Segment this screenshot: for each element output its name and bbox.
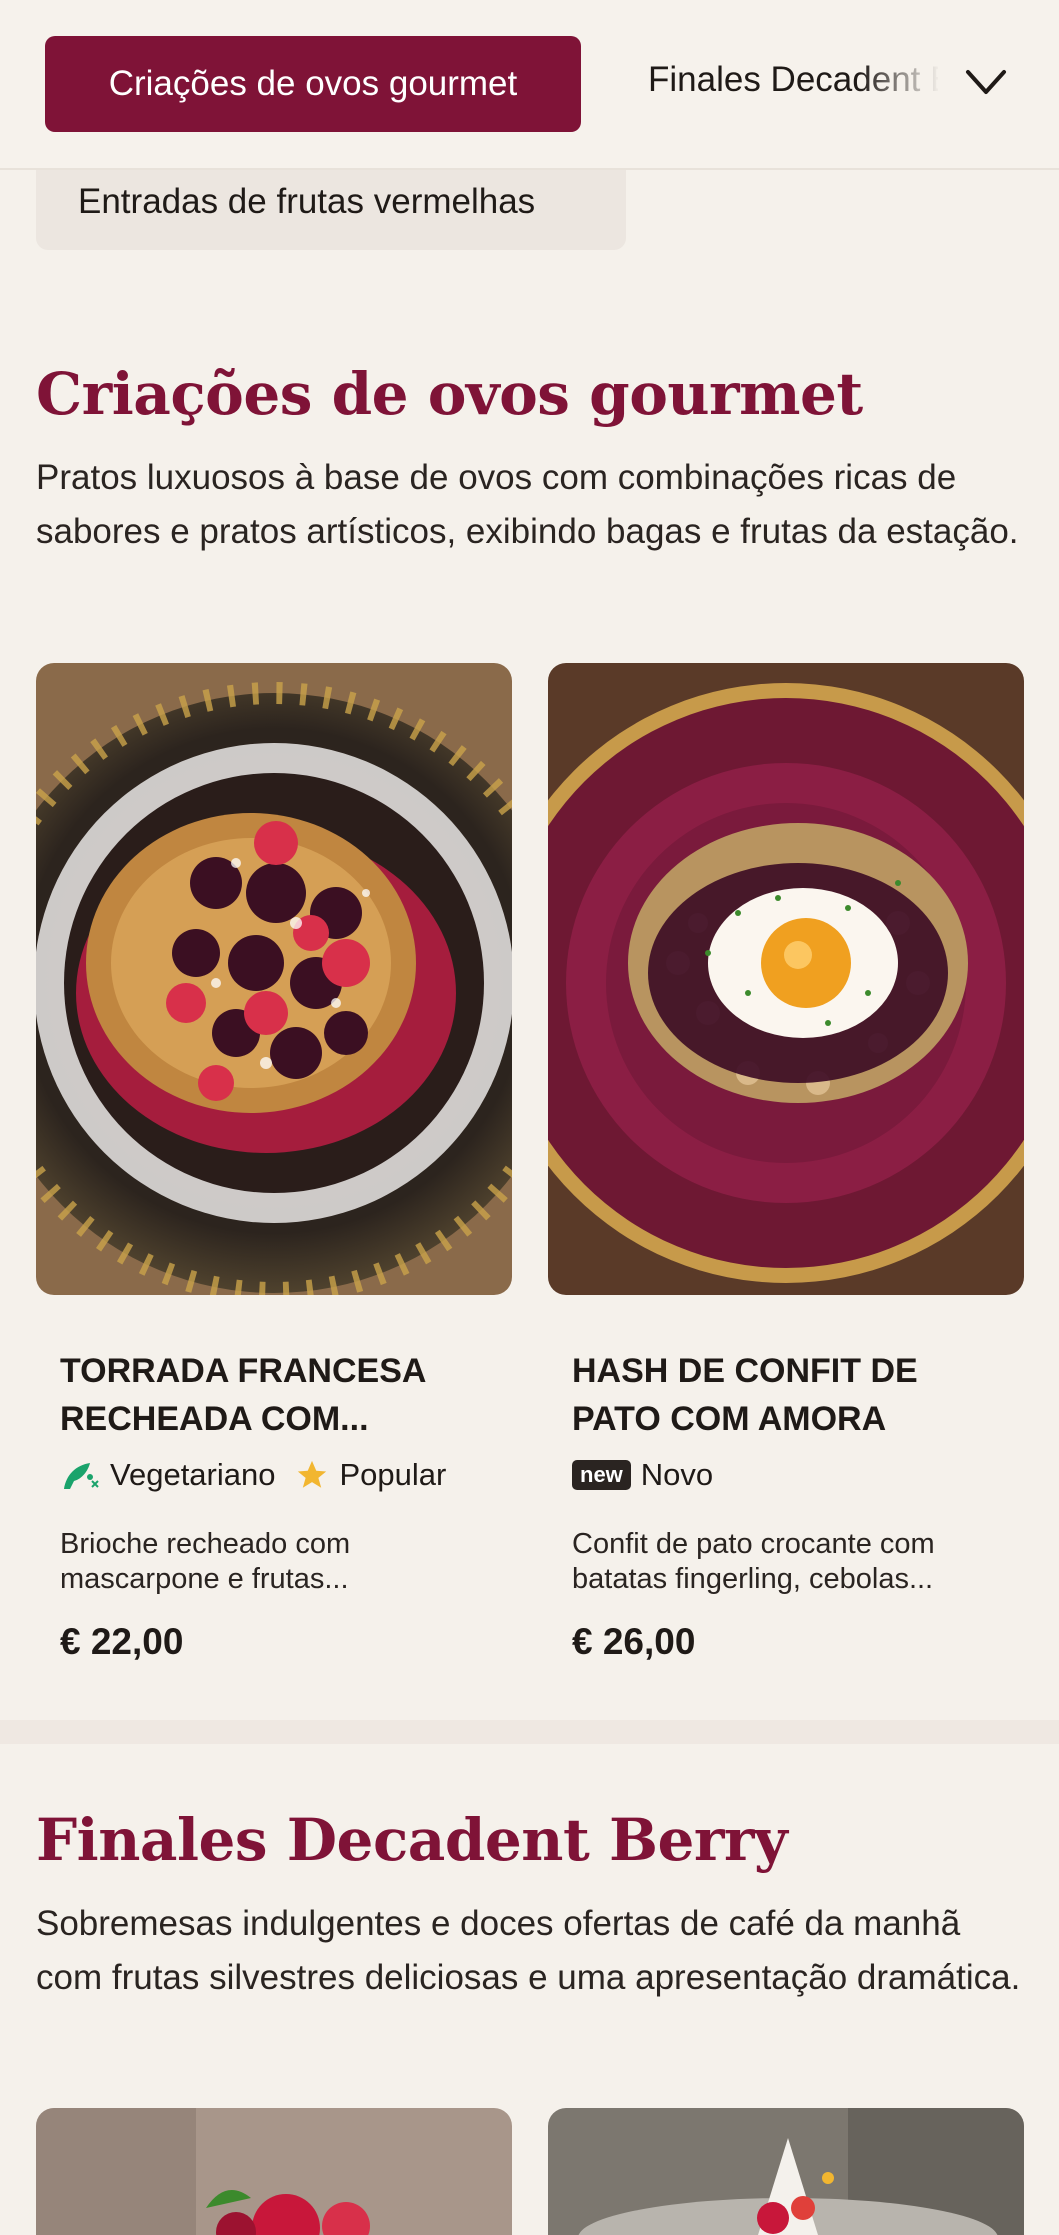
tab-scroll-fade bbox=[860, 40, 960, 130]
dish-photo-french-toast bbox=[36, 663, 512, 1295]
tab-label: Entradas de frutas vermelhas bbox=[78, 182, 536, 221]
dish-photo-berry-dessert bbox=[36, 2108, 512, 2235]
section-description: Sobremesas indulgentes e doces ofertas d… bbox=[36, 1904, 1021, 1997]
dish-tags: new Novo bbox=[572, 1455, 723, 1495]
tag-popular: Popular bbox=[295, 1457, 446, 1493]
menu-item-card[interactable] bbox=[548, 2108, 1024, 2235]
section-title: Criações de ovos gourmet bbox=[36, 360, 863, 428]
tag-label: Vegetariano bbox=[110, 1457, 276, 1492]
dish-photo-berry-pastry bbox=[548, 2108, 1024, 2235]
category-nav: Criações de ovos gourmet Finales Decaden… bbox=[0, 0, 1059, 170]
vegetarian-icon bbox=[64, 1463, 99, 1489]
new-badge-icon: new bbox=[572, 1460, 631, 1490]
star-icon bbox=[298, 1460, 327, 1488]
dish-price: € 26,00 bbox=[572, 1621, 696, 1662]
dish-title: TORRADA FRANCESA RECHEADA COM... bbox=[60, 1352, 426, 1438]
section-description: Pratos luxuosos à base de ovos com combi… bbox=[36, 458, 1019, 551]
dish-photo-duck-hash bbox=[548, 663, 1024, 1295]
tag-label: Novo bbox=[640, 1457, 714, 1492]
tab-label: Criações de ovos gourmet bbox=[108, 64, 518, 103]
dish-price: € 22,00 bbox=[60, 1621, 184, 1662]
dish-tags: Vegetariano Popular bbox=[60, 1455, 456, 1495]
tag-new: new Novo bbox=[572, 1457, 713, 1493]
dish-title: HASH DE CONFIT DE PATO COM AMORA bbox=[572, 1352, 918, 1438]
section-title: Finales Decadent Berry bbox=[36, 1806, 788, 1874]
menu-item-card[interactable] bbox=[36, 2108, 512, 2235]
tab-gourmet-eggs[interactable]: Criações de ovos gourmet bbox=[45, 36, 581, 132]
tag-vegetarian: Vegetariano bbox=[60, 1457, 275, 1493]
section-divider bbox=[0, 1720, 1059, 1744]
dish-description: Brioche recheado com mascarpone e frutas… bbox=[60, 1528, 351, 1595]
tag-label: Popular bbox=[339, 1457, 447, 1492]
chevron-down-icon[interactable] bbox=[962, 62, 1010, 102]
dish-description: Confit de pato crocante com batatas fing… bbox=[572, 1528, 935, 1595]
